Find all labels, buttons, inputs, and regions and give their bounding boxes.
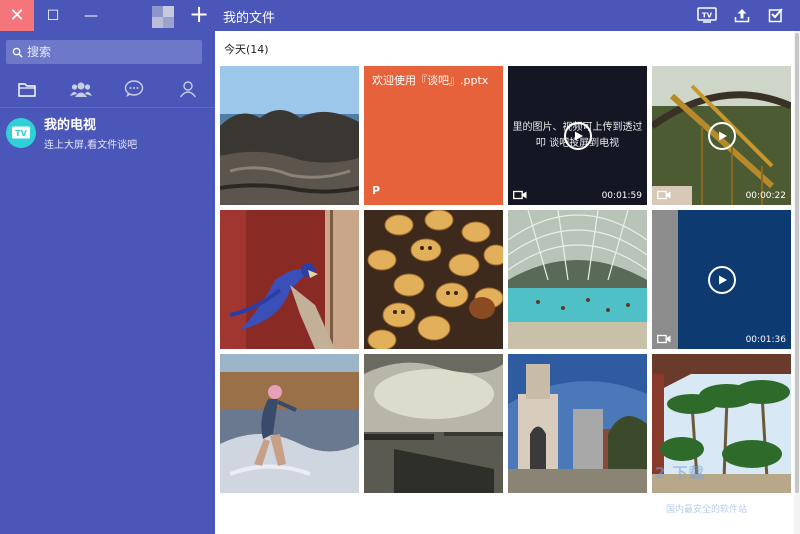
video-icon	[513, 190, 527, 200]
tile-photo-parrot[interactable]	[220, 210, 359, 349]
video-duration: 00:01:36	[745, 335, 786, 345]
scrollbar[interactable]	[794, 31, 800, 534]
file-grid: 欢迎使用『谈吧』.pptx P 里的图片、视频可上传到透过叩 谈吧投屏到电视 0…	[220, 66, 795, 496]
avatar[interactable]	[148, 4, 182, 28]
sidebar: ✕ ☐ — + TV 我的电视	[0, 0, 215, 534]
tile-photo-indoor-pool[interactable]	[508, 210, 647, 349]
upload-icon	[734, 9, 750, 23]
play-icon	[708, 266, 736, 294]
chat-icon[interactable]	[122, 77, 146, 101]
page-title: 我的文件	[223, 11, 276, 26]
topbar: 我的文件 TV	[215, 0, 800, 31]
scroll-thumb[interactable]	[795, 33, 799, 493]
ppt-title: 欢迎使用『谈吧』.pptx	[372, 74, 489, 87]
watermark-subtitle: 国内最安全的软件站	[666, 505, 748, 515]
device-title: 我的电视	[44, 118, 97, 133]
tile-ppt[interactable]: 欢迎使用『谈吧』.pptx P	[364, 66, 503, 205]
tile-video-blue[interactable]: 00:01:36	[652, 210, 791, 349]
select-icon	[768, 8, 783, 23]
upload-button[interactable]	[731, 5, 753, 25]
select-button[interactable]	[765, 5, 787, 25]
close-button[interactable]: ✕	[0, 0, 34, 31]
search-icon	[12, 47, 23, 58]
video-icon	[657, 190, 671, 200]
svg-text:TV: TV	[702, 12, 713, 20]
search-box[interactable]	[6, 40, 202, 64]
sidebar-nav	[0, 74, 215, 104]
play-icon	[708, 122, 736, 150]
folder-icon[interactable]	[15, 77, 39, 101]
video-duration: 00:00:22	[745, 191, 786, 201]
user-icon[interactable]	[176, 77, 200, 101]
tv-icon: TV	[697, 7, 717, 23]
tile-photo-rocky-coast[interactable]	[220, 66, 359, 205]
tile-photo-cookies[interactable]	[364, 210, 503, 349]
play-icon	[564, 122, 592, 150]
add-button[interactable]: +	[186, 2, 212, 28]
window-titlebar: ✕ ☐ — +	[0, 0, 215, 31]
tile-photo-beach-girl[interactable]	[220, 354, 359, 493]
video-duration: 00:01:59	[601, 191, 642, 201]
svg-text:TV: TV	[15, 129, 27, 138]
search-input[interactable]	[27, 45, 187, 59]
device-subtitle: 连上大屏,看文件谈吧	[44, 140, 138, 151]
tv-icon: TV	[6, 118, 36, 148]
section-title: 今天(14)	[224, 43, 269, 56]
tile-photo-arch[interactable]	[508, 354, 647, 493]
main-content: 今天(14) 欢迎使用『谈吧』.pptx P 里的图片、视频可上传到透过叩 谈吧…	[215, 31, 800, 534]
watermark: 2 下载	[655, 464, 705, 482]
device-my-tv[interactable]: TV 我的电视 连上大屏,看文件谈吧	[6, 118, 211, 154]
tile-photo-pier[interactable]	[364, 354, 503, 493]
tile-video-intro[interactable]: 里的图片、视频可上传到透过叩 谈吧投屏到电视 00:01:59	[508, 66, 647, 205]
video-icon	[657, 334, 671, 344]
divider	[0, 107, 215, 108]
group-icon[interactable]	[69, 77, 93, 101]
tile-video-roller-coaster[interactable]: 00:00:22	[652, 66, 791, 205]
tv-cast-button[interactable]: TV	[696, 5, 718, 25]
ppt-icon: P	[372, 184, 381, 197]
maximize-button[interactable]: ☐	[36, 0, 70, 31]
minimize-button[interactable]: —	[74, 0, 108, 31]
